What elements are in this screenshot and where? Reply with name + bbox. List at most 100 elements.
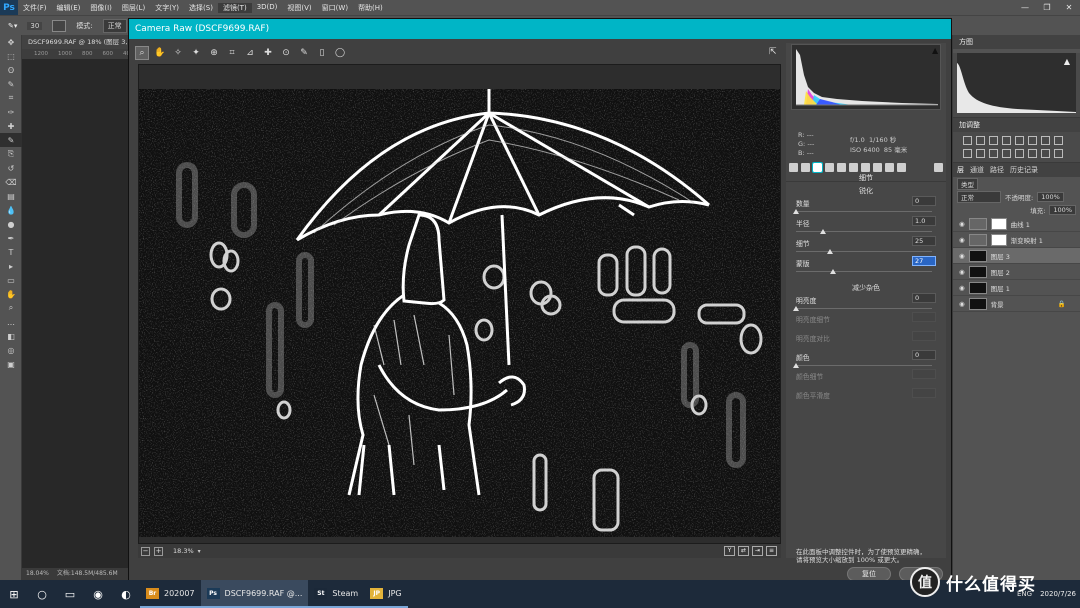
search-icon[interactable]: ○ bbox=[28, 580, 56, 608]
taskbar-app[interactable]: JP JPG bbox=[364, 580, 408, 608]
zoom-level[interactable]: 18.3% bbox=[173, 547, 194, 555]
warning-icon[interactable]: ▲ bbox=[1064, 57, 1070, 66]
blur-tool-icon[interactable]: 💧 bbox=[0, 203, 22, 217]
color-sampler-icon[interactable]: ✦ bbox=[189, 46, 203, 60]
tab-layers[interactable]: 层 bbox=[957, 163, 964, 177]
toggle-default-icon[interactable]: ≡ bbox=[766, 546, 777, 556]
menu-item[interactable]: 文字(Y) bbox=[150, 3, 184, 13]
slider-thumb[interactable] bbox=[820, 229, 827, 234]
visibility-icon[interactable]: ◉ bbox=[959, 300, 965, 308]
blend-mode-select[interactable]: 正常 bbox=[957, 190, 1001, 203]
menu-item[interactable]: 窗口(W) bbox=[317, 3, 353, 13]
threshold-icon[interactable] bbox=[1028, 149, 1037, 158]
before-after-icon[interactable]: Y bbox=[724, 546, 735, 556]
visibility-icon[interactable]: ◉ bbox=[959, 252, 965, 260]
straighten-icon[interactable]: ⊿ bbox=[243, 46, 257, 60]
tab-history[interactable]: 历史记录 bbox=[1010, 163, 1038, 177]
app-icon[interactable]: ◐ bbox=[112, 580, 140, 608]
colors-tool-icon[interactable]: ◧ bbox=[0, 329, 22, 343]
fill-field[interactable]: 100% bbox=[1049, 204, 1076, 215]
more-tool-icon[interactable]: … bbox=[0, 315, 22, 329]
hsl-icon[interactable] bbox=[825, 162, 834, 172]
hand-tool-icon[interactable]: ✋ bbox=[0, 287, 22, 301]
exposure-icon[interactable] bbox=[1002, 136, 1011, 145]
browser-icon[interactable]: ◉ bbox=[84, 580, 112, 608]
tab-channels[interactable]: 通道 bbox=[970, 163, 984, 177]
layer-row[interactable]: ◉ 曲线 1 bbox=[953, 216, 1080, 232]
hue-icon[interactable] bbox=[1028, 136, 1037, 145]
slider-value-field[interactable]: 0 bbox=[912, 293, 936, 303]
white-balance-icon[interactable]: ✧ bbox=[171, 46, 185, 60]
taskbar-app[interactable]: Br 202007 bbox=[140, 580, 201, 608]
slider-thumb[interactable] bbox=[793, 363, 799, 368]
invert-icon[interactable] bbox=[1002, 149, 1011, 158]
visibility-icon[interactable]: ◉ bbox=[959, 236, 965, 244]
menu-item[interactable]: 编辑(E) bbox=[52, 3, 86, 13]
photo-filter-icon[interactable] bbox=[963, 149, 972, 158]
reset-button[interactable]: 复位 bbox=[847, 567, 891, 581]
quickmask-tool-icon[interactable]: ◎ bbox=[0, 343, 22, 357]
healing-tool-icon[interactable]: ✚ bbox=[0, 119, 22, 133]
visibility-icon[interactable]: ◉ bbox=[959, 268, 965, 276]
menu-item[interactable]: 帮助(H) bbox=[353, 3, 388, 13]
taskbar-app[interactable]: St Steam bbox=[308, 580, 365, 608]
target-adjust-icon[interactable]: ⊕ bbox=[207, 46, 221, 60]
brush-preset-icon[interactable]: ✎▾ bbox=[8, 22, 17, 30]
selective-color-icon[interactable] bbox=[1054, 149, 1063, 158]
split-toning-icon[interactable] bbox=[837, 162, 846, 172]
lookup-icon[interactable] bbox=[989, 149, 998, 158]
menu-item[interactable]: 滤镜(T) bbox=[217, 2, 252, 13]
detail-panel-icon[interactable] bbox=[812, 161, 823, 173]
menu-item[interactable]: 图层(L) bbox=[117, 3, 150, 13]
bw-icon[interactable] bbox=[1054, 136, 1063, 145]
type-tool-icon[interactable]: T bbox=[0, 245, 22, 259]
eyedropper-tool-icon[interactable]: ✑ bbox=[0, 105, 22, 119]
gradient-tool-icon[interactable]: ▤ bbox=[0, 189, 22, 203]
layer-row[interactable]: ◉ 图层 3 bbox=[953, 248, 1080, 264]
vibrance-icon[interactable] bbox=[1015, 136, 1024, 145]
brush-size[interactable]: 30 bbox=[27, 21, 43, 30]
pen-tool-icon[interactable]: ✒ bbox=[0, 231, 22, 245]
slider-track[interactable] bbox=[796, 211, 932, 212]
basic-panel-icon[interactable] bbox=[789, 162, 798, 172]
color-balance-icon[interactable] bbox=[1041, 136, 1050, 145]
brush-panel-toggle-icon[interactable] bbox=[52, 19, 67, 32]
eraser-tool-icon[interactable]: ⌫ bbox=[0, 175, 22, 189]
close-icon[interactable]: ✕ bbox=[1058, 0, 1080, 15]
visibility-icon[interactable]: ◉ bbox=[959, 284, 965, 292]
slider-thumb[interactable] bbox=[793, 209, 799, 214]
layer-row[interactable]: ◉ 图层 1 bbox=[953, 280, 1080, 296]
zoom-tool-icon[interactable]: ⌕ bbox=[0, 301, 22, 315]
slider-thumb[interactable] bbox=[827, 249, 833, 254]
zoom-icon[interactable]: ⌕ bbox=[135, 46, 149, 60]
copy-settings-icon[interactable]: ⇥ bbox=[752, 546, 763, 556]
zoom-out-button[interactable]: − bbox=[141, 546, 150, 556]
clone-tool-icon[interactable]: ⎘ bbox=[0, 147, 22, 161]
mode-select[interactable]: 正常 bbox=[102, 18, 127, 33]
slider-value-field[interactable]: 27 bbox=[912, 256, 936, 266]
calibration-icon[interactable] bbox=[873, 162, 882, 172]
adjustment-brush-icon[interactable]: ✎ bbox=[297, 46, 311, 60]
curves-icon[interactable] bbox=[989, 136, 998, 145]
slider-track[interactable] bbox=[796, 251, 932, 252]
slider-track[interactable] bbox=[796, 231, 932, 232]
slider-value-field[interactable]: 25 bbox=[912, 236, 936, 246]
document-tab[interactable]: DSCF9699.RAF @ 18% (图层 3, R bbox=[22, 35, 132, 49]
layer-kind-select[interactable]: 类型 bbox=[957, 177, 978, 190]
slider-thumb[interactable] bbox=[829, 269, 836, 274]
task-view-icon[interactable]: ▭ bbox=[56, 580, 84, 608]
visibility-icon[interactable]: ◉ bbox=[959, 220, 965, 228]
menu-item[interactable]: 3D(D) bbox=[252, 3, 283, 13]
crop-tool-icon[interactable]: ⌗ bbox=[0, 91, 22, 105]
swap-icon[interactable]: ⇄ bbox=[738, 546, 749, 556]
brush-tool-icon[interactable]: ✎ bbox=[0, 133, 22, 147]
preferences-icon[interactable]: ⇱ bbox=[769, 47, 783, 59]
history-brush-tool-icon[interactable]: ↺ bbox=[0, 161, 22, 175]
effects-icon[interactable] bbox=[861, 162, 870, 172]
slider-value-field[interactable]: 1.0 bbox=[912, 216, 936, 226]
marquee-tool-icon[interactable]: ⬚ bbox=[0, 49, 22, 63]
status-zoom[interactable]: 18.04% bbox=[26, 568, 49, 580]
zoom-in-button[interactable]: + bbox=[154, 546, 163, 556]
slider-value-field[interactable]: 0 bbox=[912, 350, 936, 360]
tab-paths[interactable]: 路径 bbox=[990, 163, 1004, 177]
